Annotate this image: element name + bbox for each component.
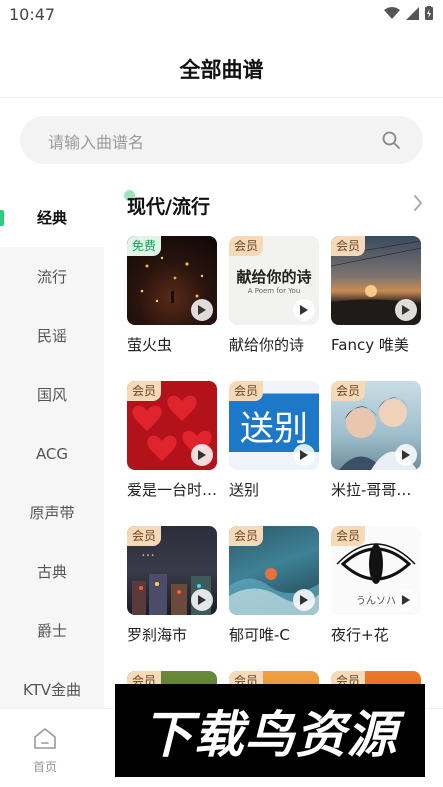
vip-badge: 会员 (229, 526, 264, 546)
score-card[interactable]: … 会员 罗刹海市 (127, 526, 217, 645)
page-title: 全部曲谱 (179, 58, 264, 82)
score-card[interactable]: 会员 郁可唯-C (229, 526, 319, 645)
status-time: 10:47 (9, 5, 56, 24)
play-button[interactable] (293, 444, 315, 466)
sidebar-item-label: ACG (35, 444, 69, 463)
play-icon (300, 305, 308, 315)
sidebar-item-label: 原声带 (29, 504, 75, 522)
sidebar-item-soundtrack[interactable]: 原声带 (0, 483, 104, 542)
card-title: 献给你的诗 (229, 336, 305, 354)
category-sidebar: 经典 流行 民谣 国风 ACG 原声带 古典 爵士 KTV金曲 (0, 188, 104, 708)
status-icons (384, 6, 433, 20)
score-card[interactable]: 会员 爱是一台时光机 (127, 381, 222, 500)
vip-badge: 会员 (229, 381, 264, 401)
cover-image: 献给你的诗 A Poem for You 会员 (229, 236, 319, 325)
play-button[interactable] (191, 444, 213, 466)
score-card[interactable]: 会员 Fancy 唯美 (331, 236, 421, 355)
sidebar-item-pop[interactable]: 流行 (0, 247, 104, 306)
search-icon[interactable] (381, 130, 401, 150)
svg-text:…: … (141, 544, 155, 560)
signal-icon (406, 6, 419, 20)
cover-image: 会员 (127, 381, 217, 470)
active-indicator (0, 210, 4, 226)
cover-image: 免费 (127, 236, 217, 325)
cover-image: 送别 会员 (229, 381, 319, 470)
tab-home[interactable]: 首页 (22, 725, 68, 775)
home-icon (34, 728, 56, 749)
cover-image: 会员 (229, 526, 319, 615)
score-card[interactable]: うんソハ 会员 夜行+花 (331, 526, 421, 645)
cover-image: うんソハ 会员 (331, 526, 421, 615)
score-card[interactable]: 会员 米拉-哥哥的爱 (331, 381, 426, 500)
sidebar-item-label: 流行 (36, 268, 67, 286)
sidebar-item-label: 古典 (36, 563, 67, 581)
card-title: 罗刹海市 (127, 626, 188, 644)
play-icon (402, 595, 410, 605)
section-title: 现代/流行 (127, 196, 210, 218)
play-icon (198, 595, 206, 605)
watermark-banner: 下载鸟资源 (115, 684, 425, 777)
vip-badge: 会员 (229, 236, 264, 256)
sidebar-item-folk[interactable]: 民谣 (0, 306, 104, 365)
vip-badge: 会员 (127, 526, 162, 546)
card-title: 爱是一台时光机 (127, 481, 222, 499)
cover-image: 会员 (331, 381, 421, 470)
battery-icon (425, 6, 433, 20)
sidebar-item-jazz[interactable]: 爵士 (0, 601, 104, 660)
play-icon (402, 450, 410, 460)
play-icon (300, 595, 308, 605)
title-bar: 全部曲谱 (0, 30, 443, 98)
cover-title: 送别 (240, 409, 308, 449)
sidebar-item-label: 国风 (36, 386, 67, 404)
sidebar-item-classical[interactable]: 古典 (0, 542, 104, 601)
play-icon (198, 450, 206, 460)
play-button[interactable] (395, 589, 417, 611)
vip-badge: 会员 (331, 526, 366, 546)
play-button[interactable] (293, 589, 315, 611)
sidebar-item-acg[interactable]: ACG (0, 424, 104, 483)
sidebar-item-classic[interactable]: 经典 (0, 188, 104, 247)
card-title: 萤火虫 (127, 336, 173, 354)
play-icon (300, 450, 308, 460)
cover-subtitle: A Poem for You (247, 287, 301, 295)
sidebar-item-label: 民谣 (36, 327, 67, 345)
play-icon (198, 305, 206, 315)
play-button[interactable] (293, 299, 315, 321)
wifi-icon (384, 6, 400, 19)
watermark-text: 下载鸟资源 (142, 705, 398, 764)
free-badge: 免费 (127, 236, 162, 256)
cover-title: 献给你的诗 (236, 268, 312, 286)
card-title: 送别 (229, 481, 260, 499)
play-button[interactable] (395, 444, 417, 466)
section-header[interactable]: 现代/流行 (104, 188, 443, 224)
vip-badge: 会员 (331, 381, 366, 401)
score-card[interactable]: 免费 萤火虫 (127, 236, 217, 355)
status-bar: 10:47 (0, 0, 443, 30)
cover-image: 会员 (331, 236, 421, 325)
play-button[interactable] (191, 589, 213, 611)
card-title: Fancy 唯美 (331, 336, 409, 354)
sidebar-item-chinese-style[interactable]: 国风 (0, 365, 104, 424)
vip-badge: 会员 (331, 236, 366, 256)
score-card[interactable]: 送别 会员 送别 (229, 381, 319, 500)
card-title: 米拉-哥哥的爱 (331, 481, 426, 499)
sidebar-item-label: 经典 (36, 209, 67, 227)
card-title: 郁可唯-C (229, 626, 290, 644)
search-placeholder: 请输入曲谱名 (48, 133, 145, 152)
chevron-right-icon[interactable] (413, 194, 423, 212)
cover-image: … 会员 (127, 526, 217, 615)
play-icon (402, 305, 410, 315)
play-button[interactable] (191, 299, 213, 321)
sidebar-item-label: KTV金曲 (22, 681, 82, 699)
play-button[interactable] (395, 299, 417, 321)
sidebar-item-label: 爵士 (36, 622, 67, 640)
card-title: 夜行+花 (331, 626, 389, 644)
score-card[interactable]: 献给你的诗 A Poem for You 会员 献给你的诗 (229, 236, 319, 355)
search-input[interactable]: 请输入曲谱名 (20, 116, 423, 164)
tab-home-label: 首页 (32, 760, 57, 774)
vip-badge: 会员 (127, 381, 162, 401)
